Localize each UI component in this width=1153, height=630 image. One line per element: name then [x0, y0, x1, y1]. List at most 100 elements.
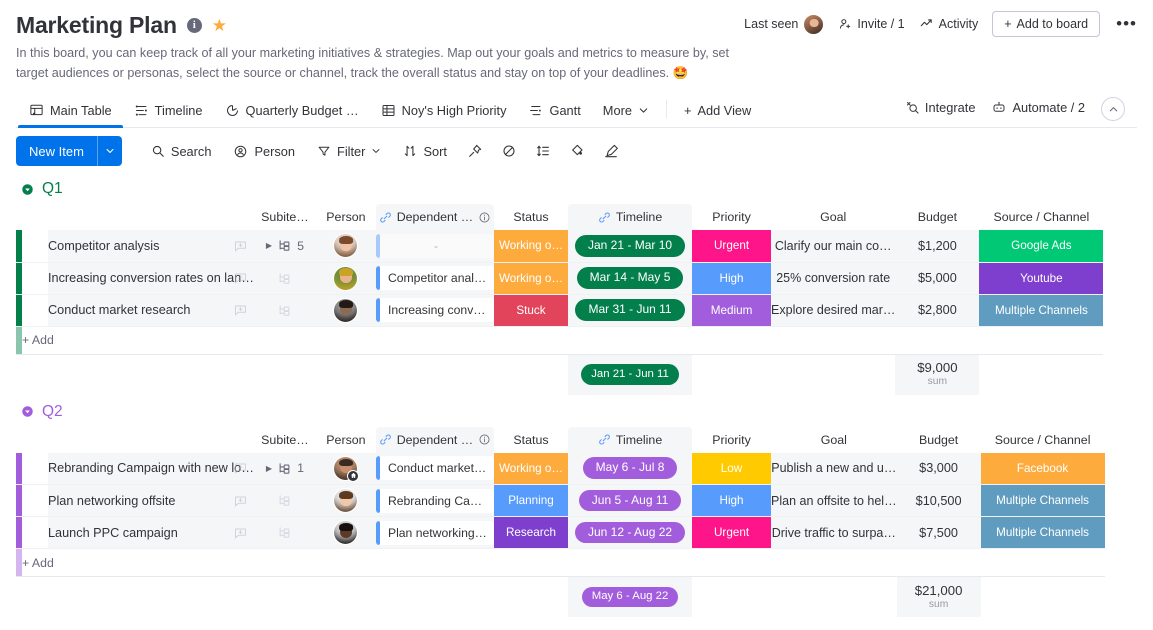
source-channel-cell[interactable]: Youtube [979, 262, 1103, 294]
timeline-cell[interactable]: Jan 21 - Mar 10 [568, 230, 692, 262]
table-row[interactable]: Conduct market research Increasing conv…… [16, 294, 1103, 326]
budget-cell[interactable]: $3,000 [897, 453, 981, 485]
column-header-dependent[interactable]: Dependent … [376, 204, 494, 230]
dependent-cell[interactable]: Conduct market… [376, 453, 494, 485]
sort-button[interactable]: Sort [392, 139, 457, 164]
column-header-person[interactable]: Person [316, 427, 376, 453]
add-item-label[interactable]: + Add [22, 549, 1105, 577]
tab-quarterly-budget[interactable]: Quarterly Budget … [214, 103, 370, 127]
source-channel-cell[interactable]: Multiple Channels [981, 485, 1105, 517]
budget-cell[interactable]: $5,000 [895, 262, 979, 294]
add-update-icon[interactable] [233, 238, 248, 253]
column-header-subitems[interactable]: Subite… [254, 204, 316, 230]
column-header-name[interactable] [48, 427, 254, 453]
priority-cell[interactable]: Low [692, 453, 771, 485]
column-header-goal[interactable]: Goal [771, 204, 895, 230]
status-cell[interactable]: Research [494, 517, 568, 549]
person-cell[interactable] [316, 294, 376, 326]
column-header-person[interactable]: Person [316, 204, 376, 230]
status-cell[interactable]: Working o… [494, 230, 568, 262]
goal-cell[interactable]: Plan an offsite to hel… [771, 485, 897, 517]
item-name-cell[interactable]: Competitor analysis [48, 230, 254, 262]
info-icon[interactable]: i [187, 18, 202, 33]
goal-cell[interactable]: Publish a new and u… [771, 453, 897, 485]
dependency-chip[interactable]: - [376, 234, 494, 258]
color-fill-button[interactable] [560, 138, 594, 164]
star-icon[interactable]: ★ [212, 17, 227, 34]
column-header-priority[interactable]: Priority [692, 204, 771, 230]
avatar[interactable] [333, 520, 358, 545]
add-update-icon[interactable] [233, 493, 248, 508]
person-filter-button[interactable]: Person [222, 139, 306, 164]
person-cell[interactable] [316, 230, 376, 262]
subitems-cell[interactable] [254, 294, 316, 326]
person-cell[interactable] [316, 517, 376, 549]
group-name[interactable]: Q1 [42, 180, 63, 198]
subitems-cell[interactable]: ▶ 1 [254, 453, 316, 485]
dependency-chip[interactable]: Increasing conv… [376, 298, 494, 322]
pin-button[interactable] [458, 138, 492, 164]
add-to-board-button[interactable]: + Add to board [992, 11, 1100, 37]
budget-cell[interactable]: $10,500 [897, 485, 981, 517]
avatar[interactable] [333, 298, 358, 323]
add-item-row[interactable]: + Add [16, 326, 1103, 354]
person-cell[interactable] [316, 485, 376, 517]
add-update-icon[interactable] [233, 461, 248, 476]
table-row[interactable]: Launch PPC campaign Plan networking… Res… [16, 517, 1105, 549]
avatar[interactable] [333, 266, 358, 291]
avatar[interactable] [803, 14, 824, 35]
priority-cell[interactable]: High [692, 485, 771, 517]
dependency-chip[interactable]: Rebranding Ca… [376, 489, 494, 513]
item-name-cell[interactable]: Increasing conversion rates on lan… [48, 262, 254, 294]
status-cell[interactable]: Planning [494, 485, 568, 517]
source-channel-cell[interactable]: Multiple Channels [981, 517, 1105, 549]
subitems-cell[interactable] [254, 517, 316, 549]
status-cell[interactable]: Working o… [494, 453, 568, 485]
column-header-priority[interactable]: Priority [692, 427, 771, 453]
add-update-icon[interactable] [233, 271, 248, 286]
goal-cell[interactable]: Drive traffic to surpa… [771, 517, 897, 549]
column-header-status[interactable]: Status [494, 427, 568, 453]
priority-cell[interactable]: Urgent [692, 517, 771, 549]
group-header[interactable]: Q1 [16, 174, 1137, 204]
column-header-source[interactable]: Source / Channel [981, 427, 1105, 453]
info-icon[interactable] [478, 433, 491, 446]
dependent-cell[interactable]: Competitor anal… [376, 262, 494, 294]
avatar[interactable] [333, 233, 358, 258]
source-channel-cell[interactable]: Facebook [981, 453, 1105, 485]
tab-timeline[interactable]: Timeline [123, 103, 214, 127]
subitems-cell[interactable] [254, 262, 316, 294]
tab-more[interactable]: More [592, 103, 660, 127]
dependent-cell[interactable]: Plan networking… [376, 517, 494, 549]
table-row[interactable]: Increasing conversion rates on lan… Comp… [16, 262, 1103, 294]
dependency-chip[interactable]: Plan networking… [376, 521, 494, 545]
invite-button[interactable]: Invite / 1 [838, 17, 904, 31]
add-update-icon[interactable] [233, 525, 248, 540]
collapse-group-icon[interactable] [20, 404, 35, 419]
add-update-icon[interactable] [233, 303, 248, 318]
item-name-cell[interactable]: Conduct market research [48, 294, 254, 326]
tab-noys-high-priority[interactable]: Noy's High Priority [370, 103, 518, 127]
table-row[interactable]: Competitor analysis ▶ 5 - Working o… Jan [16, 230, 1103, 262]
priority-cell[interactable]: Medium [692, 294, 771, 326]
dependent-cell[interactable]: - [376, 230, 494, 262]
collapse-header-button[interactable] [1101, 97, 1125, 121]
status-cell[interactable]: Stuck [494, 294, 568, 326]
add-item-row[interactable]: + Add [16, 549, 1105, 577]
column-header-budget[interactable]: Budget [895, 204, 979, 230]
status-cell[interactable]: Working o… [494, 262, 568, 294]
timeline-cell[interactable]: Jun 12 - Aug 22 [568, 517, 692, 549]
item-name-cell[interactable]: Rebranding Campaign with new lo… [48, 453, 254, 485]
chevron-down-icon[interactable] [97, 136, 122, 166]
avatar[interactable] [333, 488, 358, 513]
column-header-source[interactable]: Source / Channel [979, 204, 1103, 230]
add-item-label[interactable]: + Add [22, 326, 1103, 354]
goal-cell[interactable]: 25% conversion rate [771, 262, 895, 294]
subitems-cell[interactable] [254, 485, 316, 517]
timeline-cell[interactable]: May 6 - Jul 8 [568, 453, 692, 485]
budget-cell[interactable]: $2,800 [895, 294, 979, 326]
priority-cell[interactable]: Urgent [692, 230, 771, 262]
column-header-budget[interactable]: Budget [897, 427, 981, 453]
item-name-cell[interactable]: Plan networking offsite [48, 485, 254, 517]
new-item-button[interactable]: New Item [16, 136, 122, 166]
